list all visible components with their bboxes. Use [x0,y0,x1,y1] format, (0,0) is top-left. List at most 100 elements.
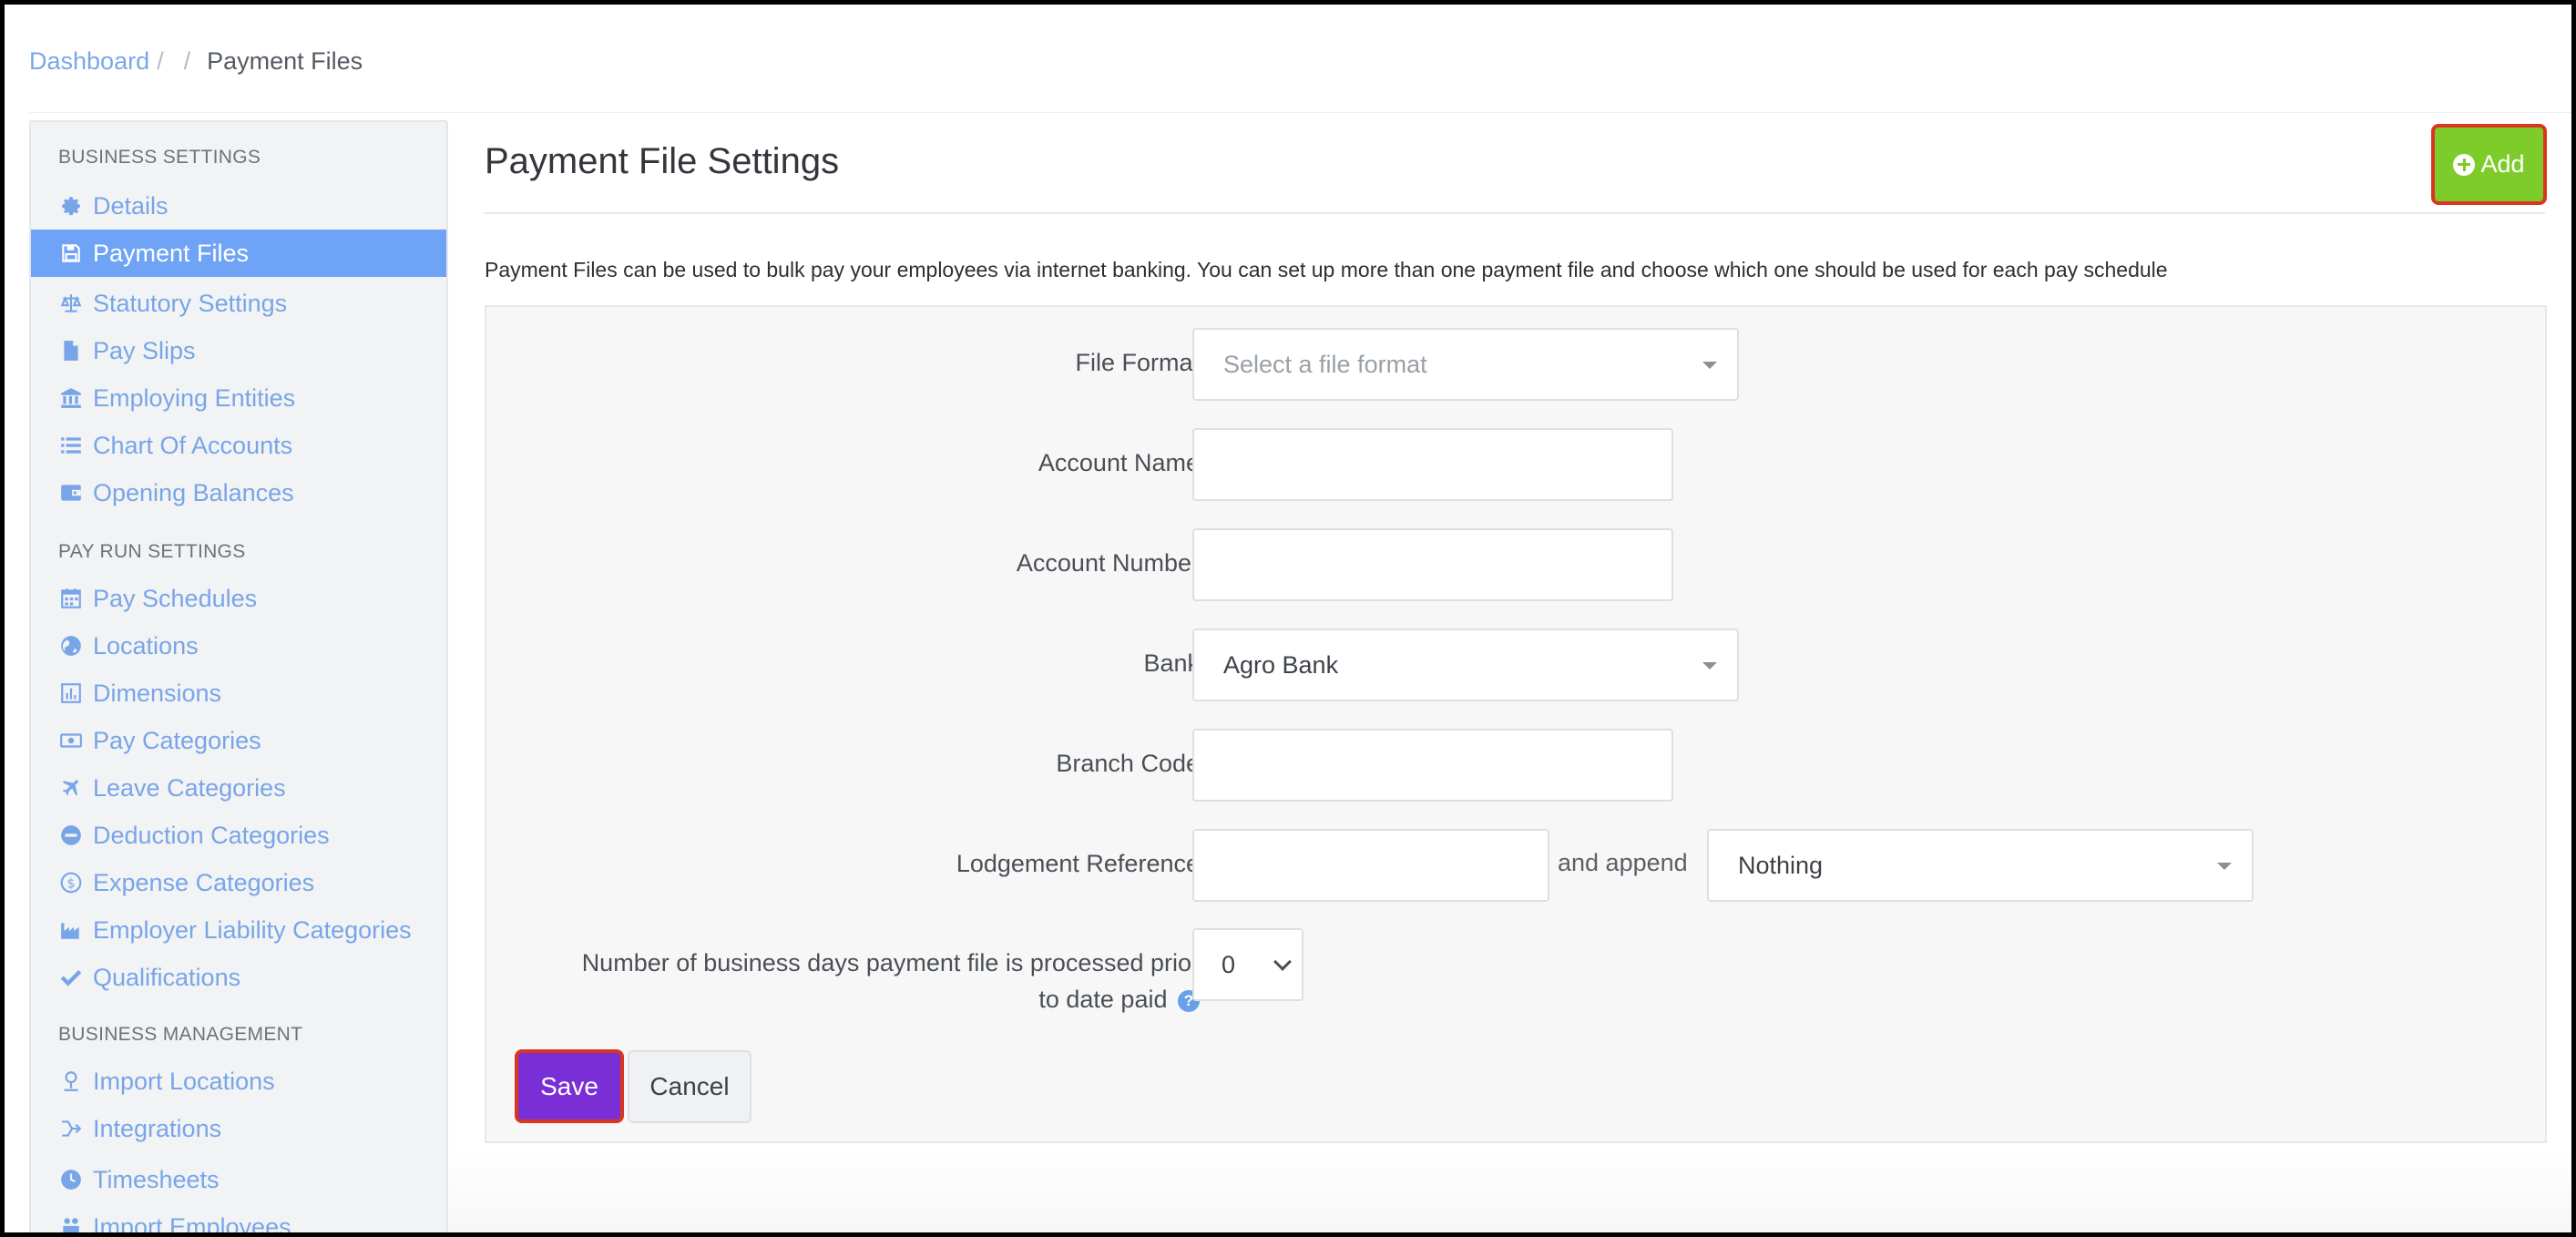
account-number-input[interactable] [1192,528,1673,601]
app-window: Dashboard / / Payment Files BUSINESS SET… [5,5,2571,1232]
sidebar-item-chart-of-accounts[interactable]: Chart Of Accounts [31,422,446,469]
sidebar-item-employer-liability-categories[interactable]: Employer Liability Categories [31,906,446,954]
sidebar-item-pay-slips[interactable]: Pay Slips [31,327,446,374]
calendar-icon [58,586,84,611]
account-name-label: Account Name [1038,449,1200,476]
sidebar-item-label: Timesheets [93,1165,220,1193]
sidebar-item-expense-categories[interactable]: $ Expense Categories [31,859,446,906]
sidebar-item-deduction-categories[interactable]: Deduction Categories [31,812,446,859]
sidebar-item-payment-files[interactable]: Payment Files [31,230,446,277]
industry-icon [58,917,84,943]
sidebar-item-label: Pay Categories [93,726,261,754]
append-selected-value: Nothing [1738,851,1824,879]
wallet-icon [58,480,84,506]
sidebar-item-timesheets[interactable]: Timesheets [31,1156,446,1203]
sidebar-section-business-management: BUSINESS MANAGEMENT [58,1024,303,1045]
check-icon [58,965,84,990]
branch-code-label: Branch Code [1056,750,1200,777]
days-prior-label-line2: to date paid [1038,986,1168,1013]
sidebar-item-dimensions[interactable]: Dimensions [31,670,446,717]
bank-selected-value: Agro Bank [1223,650,1339,679]
sidebar-item-pay-categories[interactable]: Pay Categories [31,717,446,764]
sidebar-item-label: Dimensions [93,679,222,707]
minus-circle-icon [58,823,84,848]
sidebar-item-label: Opening Balances [93,478,294,506]
cancel-button[interactable]: Cancel [628,1050,751,1123]
file-format-label: File Format [1075,349,1200,376]
append-select[interactable]: Nothing [1707,829,2254,902]
branch-code-input[interactable] [1192,729,1673,802]
sidebar-item-label: Payment Files [93,239,250,267]
sidebar-item-employing-entities[interactable]: Employing Entities [31,374,446,422]
sidebar-item-label: Chart Of Accounts [93,431,293,459]
save-button[interactable]: Save [515,1049,624,1123]
breadcrumb-separator: / [183,46,191,75]
sidebar-item-integrations[interactable]: Integrations [31,1105,446,1152]
sidebar: BUSINESS SETTINGS Details Payment Files … [29,120,448,1232]
floppy-disk-icon [58,240,84,266]
bank-label: Bank [1143,649,1200,677]
sidebar-item-leave-categories[interactable]: Leave Categories [31,764,446,812]
map-pin-icon [58,1068,84,1094]
sidebar-item-label: Pay Slips [93,336,196,364]
sidebar-item-statutory-settings[interactable]: Statutory Settings [31,280,446,327]
breadcrumb: Dashboard / / Payment Files [29,43,363,79]
lodgement-reference-input[interactable] [1192,829,1549,902]
sidebar-item-label: Locations [93,631,199,659]
sidebar-section-pay-run-settings: PAY RUN SETTINGS [58,541,246,562]
breadcrumb-current: Payment Files [207,46,363,75]
days-prior-select[interactable]: 0 [1192,928,1303,1001]
bank-select[interactable]: Agro Bank [1192,629,1739,701]
lodgement-reference-label: Lodgement Reference [956,850,1200,877]
sidebar-item-import-employees[interactable]: Import Employees [31,1203,446,1232]
bank-icon [58,385,84,411]
page-title: Payment File Settings [485,141,840,181]
scale-icon [58,291,84,316]
page-description: Payment Files can be used to bulk pay yo… [485,258,2168,281]
sidebar-item-label: Expense Categories [93,868,315,896]
account-number-label: Account Number [1016,549,1200,577]
people-icon [58,1214,84,1232]
breadcrumb-separator: / [157,46,164,75]
divider [485,212,2545,214]
account-name-input[interactable] [1192,428,1673,501]
sidebar-item-label: Employing Entities [93,383,296,412]
sidebar-item-opening-balances[interactable]: Opening Balances [31,469,446,516]
caret-down-icon [1702,662,1717,670]
sidebar-item-pay-schedules[interactable]: Pay Schedules [31,575,446,622]
sidebar-item-label: Details [93,191,169,220]
plane-icon [58,775,84,801]
list-icon [58,433,84,458]
sidebar-item-label: Import Employees [93,1212,291,1233]
days-prior-value: 0 [1222,950,1236,978]
and-append-label: and append [1558,849,1688,876]
sidebar-item-locations[interactable]: Locations [31,622,446,670]
document-icon [58,338,84,363]
caret-down-icon [2217,863,2232,870]
days-prior-label: Number of business days payment file is … [581,949,1200,976]
chevron-down-icon [1273,953,1292,971]
plus-circle-icon [2453,153,2476,176]
sidebar-item-qualifications[interactable]: Qualifications [31,954,446,1001]
sidebar-item-label: Statutory Settings [93,289,288,317]
sidebar-item-label: Import Locations [93,1067,275,1095]
file-format-placeholder: Select a file format [1223,350,1427,378]
sidebar-item-label: Leave Categories [93,773,286,802]
clock-icon [58,1167,84,1192]
breadcrumb-dashboard-link[interactable]: Dashboard [29,47,149,76]
days-prior-label-continued: to date paid ? [1038,986,1200,1014]
svg-text:$: $ [67,876,76,891]
sidebar-item-label: Deduction Categories [93,821,330,849]
sidebar-item-details[interactable]: Details [31,182,446,230]
add-button-label: Add [2480,150,2525,178]
divider [29,112,2571,113]
sidebar-item-label: Employer Liability Categories [93,915,412,944]
sidebar-item-import-locations[interactable]: Import Locations [31,1058,446,1105]
sidebar-item-label: Integrations [93,1114,222,1142]
add-button[interactable]: Add [2431,124,2547,205]
file-format-select[interactable]: Select a file format [1192,328,1739,401]
gear-icon [58,193,84,219]
bar-chart-icon [58,680,84,706]
page-footer-area [448,1148,2571,1232]
globe-icon [58,633,84,659]
